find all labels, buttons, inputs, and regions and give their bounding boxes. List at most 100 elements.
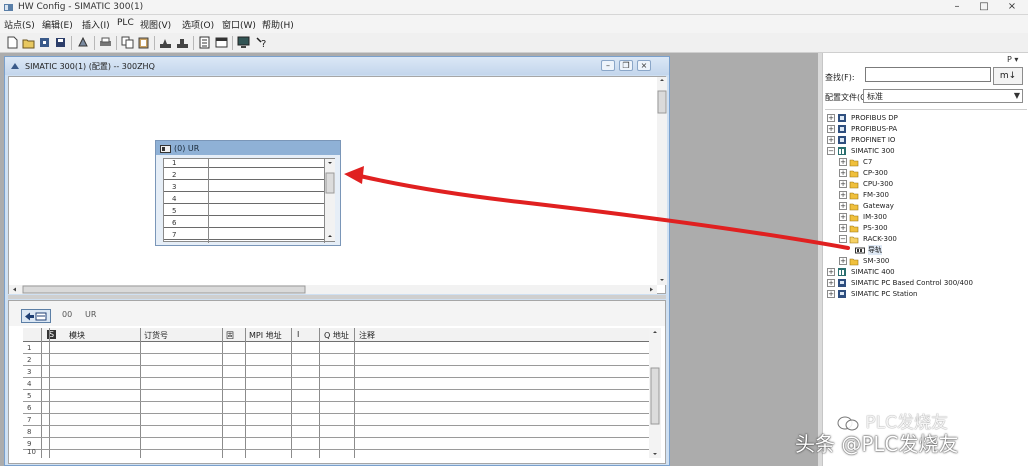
- maximize-button[interactable]: □: [972, 1, 996, 14]
- station-restore-button[interactable]: ❐: [619, 60, 633, 71]
- tree-expander[interactable]: +: [827, 290, 835, 298]
- table-row[interactable]: 8: [23, 427, 649, 438]
- download-icon[interactable]: [37, 35, 52, 50]
- menu-edit[interactable]: 编辑(E): [42, 18, 73, 31]
- menu-view[interactable]: 视图(V): [140, 18, 171, 31]
- column-q-address[interactable]: Q 地址: [324, 330, 349, 341]
- copy-icon[interactable]: [120, 35, 135, 50]
- catalog-profile-button[interactable]: P ▾: [1007, 55, 1018, 64]
- toolbar-separator: [71, 36, 72, 50]
- tree-expander[interactable]: +: [827, 125, 835, 133]
- rack-slot-row[interactable]: 3: [164, 183, 324, 192]
- tree-expander[interactable]: +: [827, 136, 835, 144]
- station-canvas[interactable]: (0) UR 1 2 3 4 5 6 7: [8, 76, 667, 294]
- table-row[interactable]: 7: [23, 415, 649, 426]
- paste-icon[interactable]: [136, 35, 151, 50]
- column-comment[interactable]: 注释: [359, 330, 375, 341]
- table-row[interactable]: 10: [23, 447, 649, 458]
- rack-slot-row[interactable]: 6: [164, 219, 324, 228]
- monitor-icon[interactable]: [236, 35, 251, 50]
- profile-dropdown[interactable]: 标准 ▼: [863, 89, 1023, 103]
- rack-slot-row[interactable]: 1: [164, 159, 324, 168]
- rack-slot-row[interactable]: 4: [164, 195, 324, 204]
- table-row[interactable]: 2: [23, 355, 649, 366]
- rack-slot-row[interactable]: 5: [164, 207, 324, 216]
- detail-vertical-scrollbar[interactable]: [649, 328, 661, 458]
- column-i-address[interactable]: I: [297, 330, 299, 339]
- menu-plc[interactable]: PLC: [117, 18, 134, 28]
- svg-text:?: ?: [261, 39, 266, 50]
- search-button[interactable]: m↓: [993, 67, 1023, 85]
- upload-icon[interactable]: [158, 35, 173, 50]
- detail-vscroll-track[interactable]: [649, 328, 661, 458]
- open-icon[interactable]: [21, 35, 36, 50]
- tree-expander[interactable]: +: [827, 268, 835, 276]
- table-row[interactable]: 4: [23, 379, 649, 390]
- canvas-vscroll-track[interactable]: [657, 77, 667, 285]
- table-row[interactable]: 6: [23, 403, 649, 414]
- row-number: 10: [27, 448, 36, 456]
- save-icon[interactable]: [53, 35, 68, 50]
- tree-expander[interactable]: +: [839, 257, 847, 265]
- tree-expander[interactable]: +: [839, 213, 847, 221]
- tree-expander[interactable]: +: [839, 169, 847, 177]
- menu-options[interactable]: 选项(O): [182, 18, 214, 31]
- folder-icon: [849, 159, 859, 167]
- station-minimize-button[interactable]: –: [601, 60, 615, 71]
- minimize-button[interactable]: –: [945, 1, 969, 14]
- catalog-icon[interactable]: [197, 35, 212, 50]
- menu-station[interactable]: 站点(S): [4, 18, 35, 31]
- print-icon[interactable]: [98, 35, 113, 50]
- tree-expander[interactable]: −: [839, 235, 847, 243]
- rack-slot-row[interactable]: 2: [164, 171, 324, 180]
- rack-slot-table[interactable]: 1 2 3 4 5 6 7: [163, 158, 335, 243]
- tree-expander[interactable]: +: [827, 114, 835, 122]
- menu-insert[interactable]: 插入(I): [82, 18, 110, 31]
- canvas-horizontal-scrollbar[interactable]: [9, 285, 657, 294]
- menu-help[interactable]: 帮助(H): [262, 18, 294, 31]
- rack-slot-row[interactable]: 7: [164, 231, 324, 240]
- table-row[interactable]: 5: [23, 391, 649, 402]
- tree-item-label: PROFINET IO: [851, 136, 896, 144]
- rack-scrollbar[interactable]: [325, 159, 335, 241]
- toolbar-separator: [94, 36, 95, 50]
- tree-expander[interactable]: +: [839, 191, 847, 199]
- main-toolbar: ?: [0, 33, 1028, 53]
- network-icon[interactable]: [214, 35, 229, 50]
- search-input[interactable]: [865, 67, 991, 82]
- table-row[interactable]: 1: [23, 343, 649, 354]
- pane-splitter[interactable]: [8, 295, 666, 299]
- row-number: 7: [27, 416, 32, 424]
- download-to-plc-icon[interactable]: [175, 35, 190, 50]
- tree-expander[interactable]: +: [839, 224, 847, 232]
- nav-rack-name: UR: [85, 310, 97, 319]
- compile-icon[interactable]: [76, 35, 91, 50]
- back-button[interactable]: [21, 309, 51, 323]
- canvas-hscroll-track[interactable]: [9, 285, 657, 294]
- tree-expander[interactable]: +: [839, 158, 847, 166]
- column-firmware[interactable]: 固: [226, 330, 234, 341]
- tree-expander[interactable]: +: [827, 279, 835, 287]
- menu-window[interactable]: 窗口(W): [222, 18, 256, 31]
- module-table[interactable]: S 模块 订货号 固 MPI 地址 I Q 地址 注释 1 2 3 4 5 6: [23, 328, 649, 458]
- simatic-station-icon: [838, 147, 846, 155]
- column-module[interactable]: 模块: [69, 330, 85, 341]
- help-icon[interactable]: ?: [254, 35, 269, 50]
- station-icon: [11, 63, 19, 69]
- tree-item-label: PROFIBUS DP: [851, 114, 898, 122]
- tree-expander[interactable]: +: [839, 180, 847, 188]
- tree-expander[interactable]: −: [827, 147, 835, 155]
- column-mpi-address[interactable]: MPI 地址: [249, 330, 282, 341]
- tree-item-label: PS-300: [863, 224, 888, 232]
- tree-expander[interactable]: +: [839, 202, 847, 210]
- table-row[interactable]: 3: [23, 367, 649, 378]
- chevron-down-icon: ▼: [1013, 91, 1020, 100]
- canvas-vertical-scrollbar[interactable]: [657, 77, 667, 285]
- search-label: 查找(F):: [825, 73, 855, 82]
- column-order-number[interactable]: 订货号: [144, 330, 168, 341]
- close-button[interactable]: ×: [1000, 1, 1024, 14]
- new-icon[interactable]: [5, 35, 20, 50]
- rack-slot-number: 2: [172, 171, 177, 179]
- rack-ur[interactable]: (0) UR 1 2 3 4 5 6 7: [155, 140, 341, 246]
- station-close-button[interactable]: ×: [637, 60, 651, 71]
